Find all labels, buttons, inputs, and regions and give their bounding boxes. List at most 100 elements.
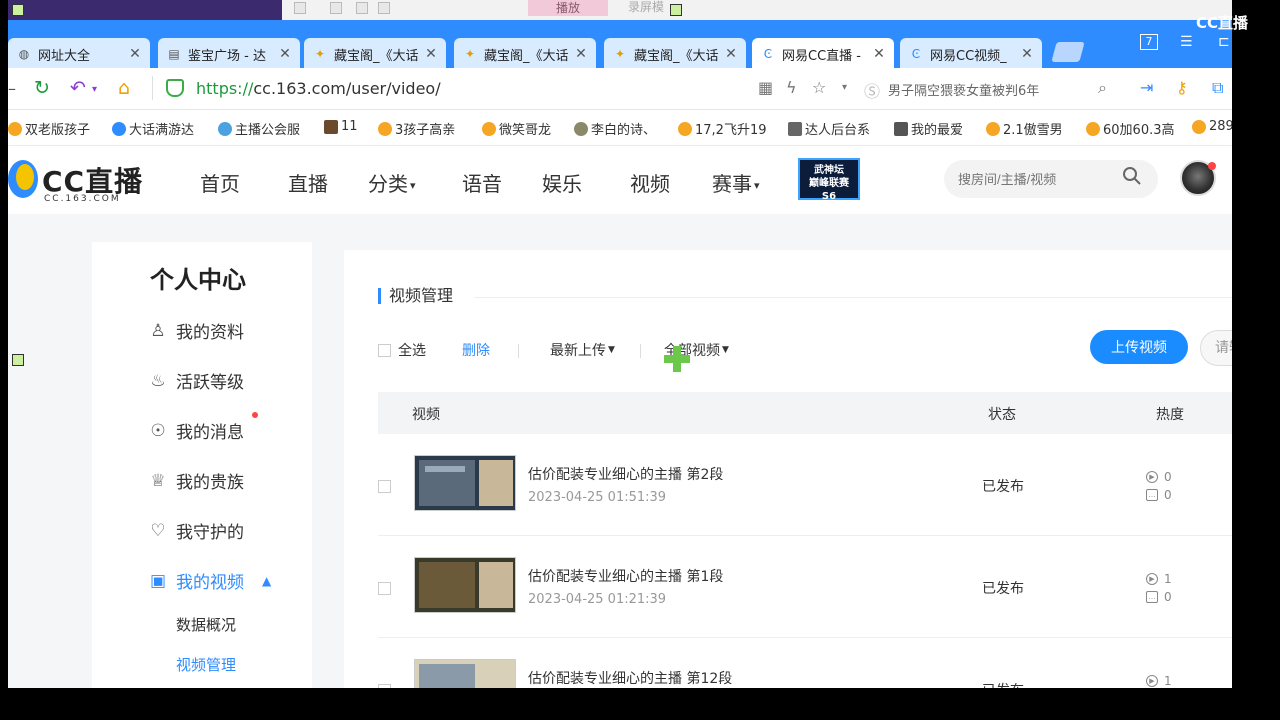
close-icon[interactable]: ✕ bbox=[724, 46, 738, 62]
sidebar-item-profile[interactable]: ♙ 我的资料 bbox=[148, 318, 244, 344]
nav-entertainment[interactable]: 娱乐 bbox=[542, 168, 582, 197]
search-engine-icon[interactable]: Ⓢ bbox=[864, 78, 880, 102]
search-hint[interactable]: 男子隔空猥亵女童被判6年 bbox=[888, 80, 1039, 99]
search-icon[interactable] bbox=[1122, 166, 1142, 186]
play-count: ▶ 1 bbox=[1146, 572, 1172, 586]
menu-icon[interactable]: ☰ bbox=[1180, 34, 1193, 50]
nav-video[interactable]: 视频 bbox=[630, 168, 670, 197]
select-all-checkbox[interactable]: 全选 bbox=[378, 340, 426, 360]
video-title[interactable]: 估价配装专业细心的主播 第1段 bbox=[528, 566, 723, 586]
checkbox-icon[interactable] bbox=[330, 2, 342, 14]
undo-icon[interactable]: ↶ bbox=[70, 77, 86, 99]
row-checkbox[interactable] bbox=[378, 582, 391, 595]
table-row[interactable]: 估价配装专业细心的主播 第12段 已发布 ▶1 bbox=[378, 638, 1232, 688]
sidebar-subitem-overview[interactable]: 数据概况 bbox=[176, 614, 236, 635]
dropdown-icon[interactable] bbox=[378, 2, 390, 14]
new-tab-button[interactable] bbox=[1051, 42, 1085, 62]
chevron-down-icon[interactable]: ▾ bbox=[842, 82, 847, 93]
bookmark-item[interactable]: 李白的诗、 bbox=[574, 119, 656, 138]
video-thumbnail[interactable] bbox=[414, 455, 516, 511]
tab-2[interactable]: ✦ 藏宝阁_《大话 ✕ bbox=[304, 38, 446, 70]
capture-handle[interactable] bbox=[12, 4, 24, 16]
badge-icon[interactable]: 7 bbox=[1140, 34, 1158, 50]
bookmark-icon bbox=[788, 121, 802, 136]
bookmark-item[interactable]: 达人后台系 bbox=[788, 119, 870, 138]
star-icon[interactable]: ☆ bbox=[812, 78, 826, 97]
sidebar-item-videos[interactable]: ▣ 我的视频 ▲ bbox=[148, 568, 271, 594]
login-icon[interactable]: ⇥ bbox=[1140, 78, 1153, 97]
sort-label: 最新上传 bbox=[550, 343, 606, 359]
extension-icon[interactable]: ⧉ bbox=[1212, 78, 1223, 98]
video-search-input[interactable]: 请输 bbox=[1200, 330, 1232, 366]
sort-dropdown[interactable]: 最新上传 ▼ bbox=[550, 340, 615, 360]
page-title: 视频管理 bbox=[378, 288, 453, 304]
bookmark-item[interactable]: 60加60.3高 bbox=[1086, 119, 1175, 138]
capture-handle[interactable] bbox=[670, 4, 682, 16]
capture-handle[interactable] bbox=[12, 354, 24, 366]
close-icon[interactable]: ✕ bbox=[278, 46, 292, 62]
chevron-down-icon[interactable]: ▾ bbox=[92, 84, 97, 95]
folder-icon[interactable] bbox=[294, 2, 306, 14]
row-checkbox[interactable] bbox=[378, 480, 391, 493]
tab-0[interactable]: ◍ 网址大全 ✕ bbox=[8, 38, 150, 70]
close-icon[interactable]: ✕ bbox=[872, 46, 886, 62]
home-icon[interactable]: ⌂ bbox=[118, 77, 130, 99]
bookmark-item[interactable]: 主播公会服 bbox=[218, 119, 300, 138]
bookmark-item[interactable]: 我的最爱 bbox=[894, 119, 963, 138]
bookmark-item[interactable]: 大话满游达 bbox=[112, 119, 194, 138]
sidebar-item-nobility[interactable]: ♕ 我的贵族 bbox=[148, 468, 244, 494]
tab-5-active[interactable]: Ͼ 网易CC直播 - ✕ bbox=[752, 38, 894, 70]
close-icon[interactable]: ✕ bbox=[1020, 46, 1034, 62]
nav-category[interactable]: 分类 ▾ bbox=[368, 168, 416, 197]
play-icon: ▶ bbox=[1146, 675, 1158, 687]
sidebar-item-guarded[interactable]: ♡ 我守护的 bbox=[148, 518, 244, 544]
close-icon[interactable]: ✕ bbox=[574, 46, 588, 62]
bookmark-item[interactable]: 3孩子高亲 bbox=[378, 119, 455, 138]
bookmark-item[interactable]: 289 bbox=[1192, 119, 1232, 134]
tab-4[interactable]: ✦ 藏宝阁_《大话 ✕ bbox=[604, 38, 746, 70]
nav-events[interactable]: 赛事 ▾ bbox=[712, 168, 760, 197]
lightning-icon[interactable]: ϟ bbox=[786, 78, 797, 97]
row-checkbox[interactable] bbox=[378, 684, 391, 688]
chevron-up-icon[interactable]: ▲ bbox=[262, 574, 271, 588]
bookmark-item[interactable]: 微笑哥龙 bbox=[482, 119, 551, 138]
tab-3[interactable]: ✦ 藏宝阁_《大话 ✕ bbox=[454, 38, 596, 70]
upload-video-button[interactable]: 上传视频 bbox=[1090, 330, 1188, 364]
table-row[interactable]: 估价配装专业细心的主播 第1段 2023-04-25 01:21:39 已发布 … bbox=[378, 536, 1232, 638]
play-button[interactable]: 播放 bbox=[528, 0, 608, 16]
nav-home[interactable]: 首页 bbox=[200, 168, 240, 197]
tab-6[interactable]: Ͼ 网易CC视频_ ✕ bbox=[900, 38, 1042, 70]
refresh-icon[interactable]: ↻ bbox=[34, 77, 50, 99]
close-icon[interactable]: ✕ bbox=[424, 46, 438, 62]
tab-label: 鉴宝广场 - 达 bbox=[188, 48, 266, 64]
sidebar-item-messages[interactable]: ☉ 我的消息 bbox=[148, 418, 244, 444]
tab-1[interactable]: ▤ 鉴宝广场 - 达 ✕ bbox=[158, 38, 300, 70]
video-title[interactable]: 估价配装专业细心的主播 第2段 bbox=[528, 464, 723, 484]
qr-icon[interactable]: ▦ bbox=[758, 78, 773, 97]
back-icon[interactable]: – bbox=[8, 79, 16, 98]
video-thumbnail[interactable] bbox=[414, 557, 516, 613]
bookmark-item[interactable]: 11 bbox=[324, 119, 358, 134]
bookmark-item[interactable]: 2.1傲雪男 bbox=[986, 119, 1063, 138]
nav-voice[interactable]: 语音 bbox=[462, 168, 502, 197]
key-icon[interactable]: ⚷ bbox=[1176, 78, 1188, 97]
url-text[interactable]: https://cc.163.com/user/video/ bbox=[196, 79, 441, 98]
move-cursor-icon[interactable] bbox=[664, 346, 690, 372]
checkbox[interactable] bbox=[378, 343, 391, 357]
close-icon[interactable]: ✕ bbox=[128, 46, 142, 62]
pin-icon[interactable]: ⊏ bbox=[1218, 34, 1230, 50]
video-icon: ▣ bbox=[149, 570, 167, 591]
search-icon[interactable]: ⌕ bbox=[1098, 78, 1107, 98]
table-row[interactable]: 估价配装专业细心的主播 第2段 2023-04-25 01:51:39 已发布 … bbox=[378, 434, 1232, 536]
promo-banner[interactable]: 武神坛 巅峰联赛 S6 bbox=[798, 158, 860, 202]
sidebar-subitem-video-manage[interactable]: 视频管理 bbox=[176, 654, 236, 675]
note-icon[interactable] bbox=[356, 2, 368, 14]
bookmark-item[interactable]: 双老版孩子 bbox=[8, 119, 90, 138]
cc-logo[interactable]: CC直播 CC.163.COM bbox=[8, 154, 148, 206]
video-thumbnail[interactable] bbox=[414, 659, 516, 688]
nav-live[interactable]: 直播 bbox=[288, 168, 328, 197]
video-title[interactable]: 估价配装专业细心的主播 第12段 bbox=[528, 668, 732, 688]
sidebar-item-activity[interactable]: ♨ 活跃等级 bbox=[148, 368, 244, 394]
delete-button[interactable]: 删除 bbox=[462, 340, 490, 360]
bookmark-item[interactable]: 17,2飞升19 bbox=[678, 119, 767, 138]
